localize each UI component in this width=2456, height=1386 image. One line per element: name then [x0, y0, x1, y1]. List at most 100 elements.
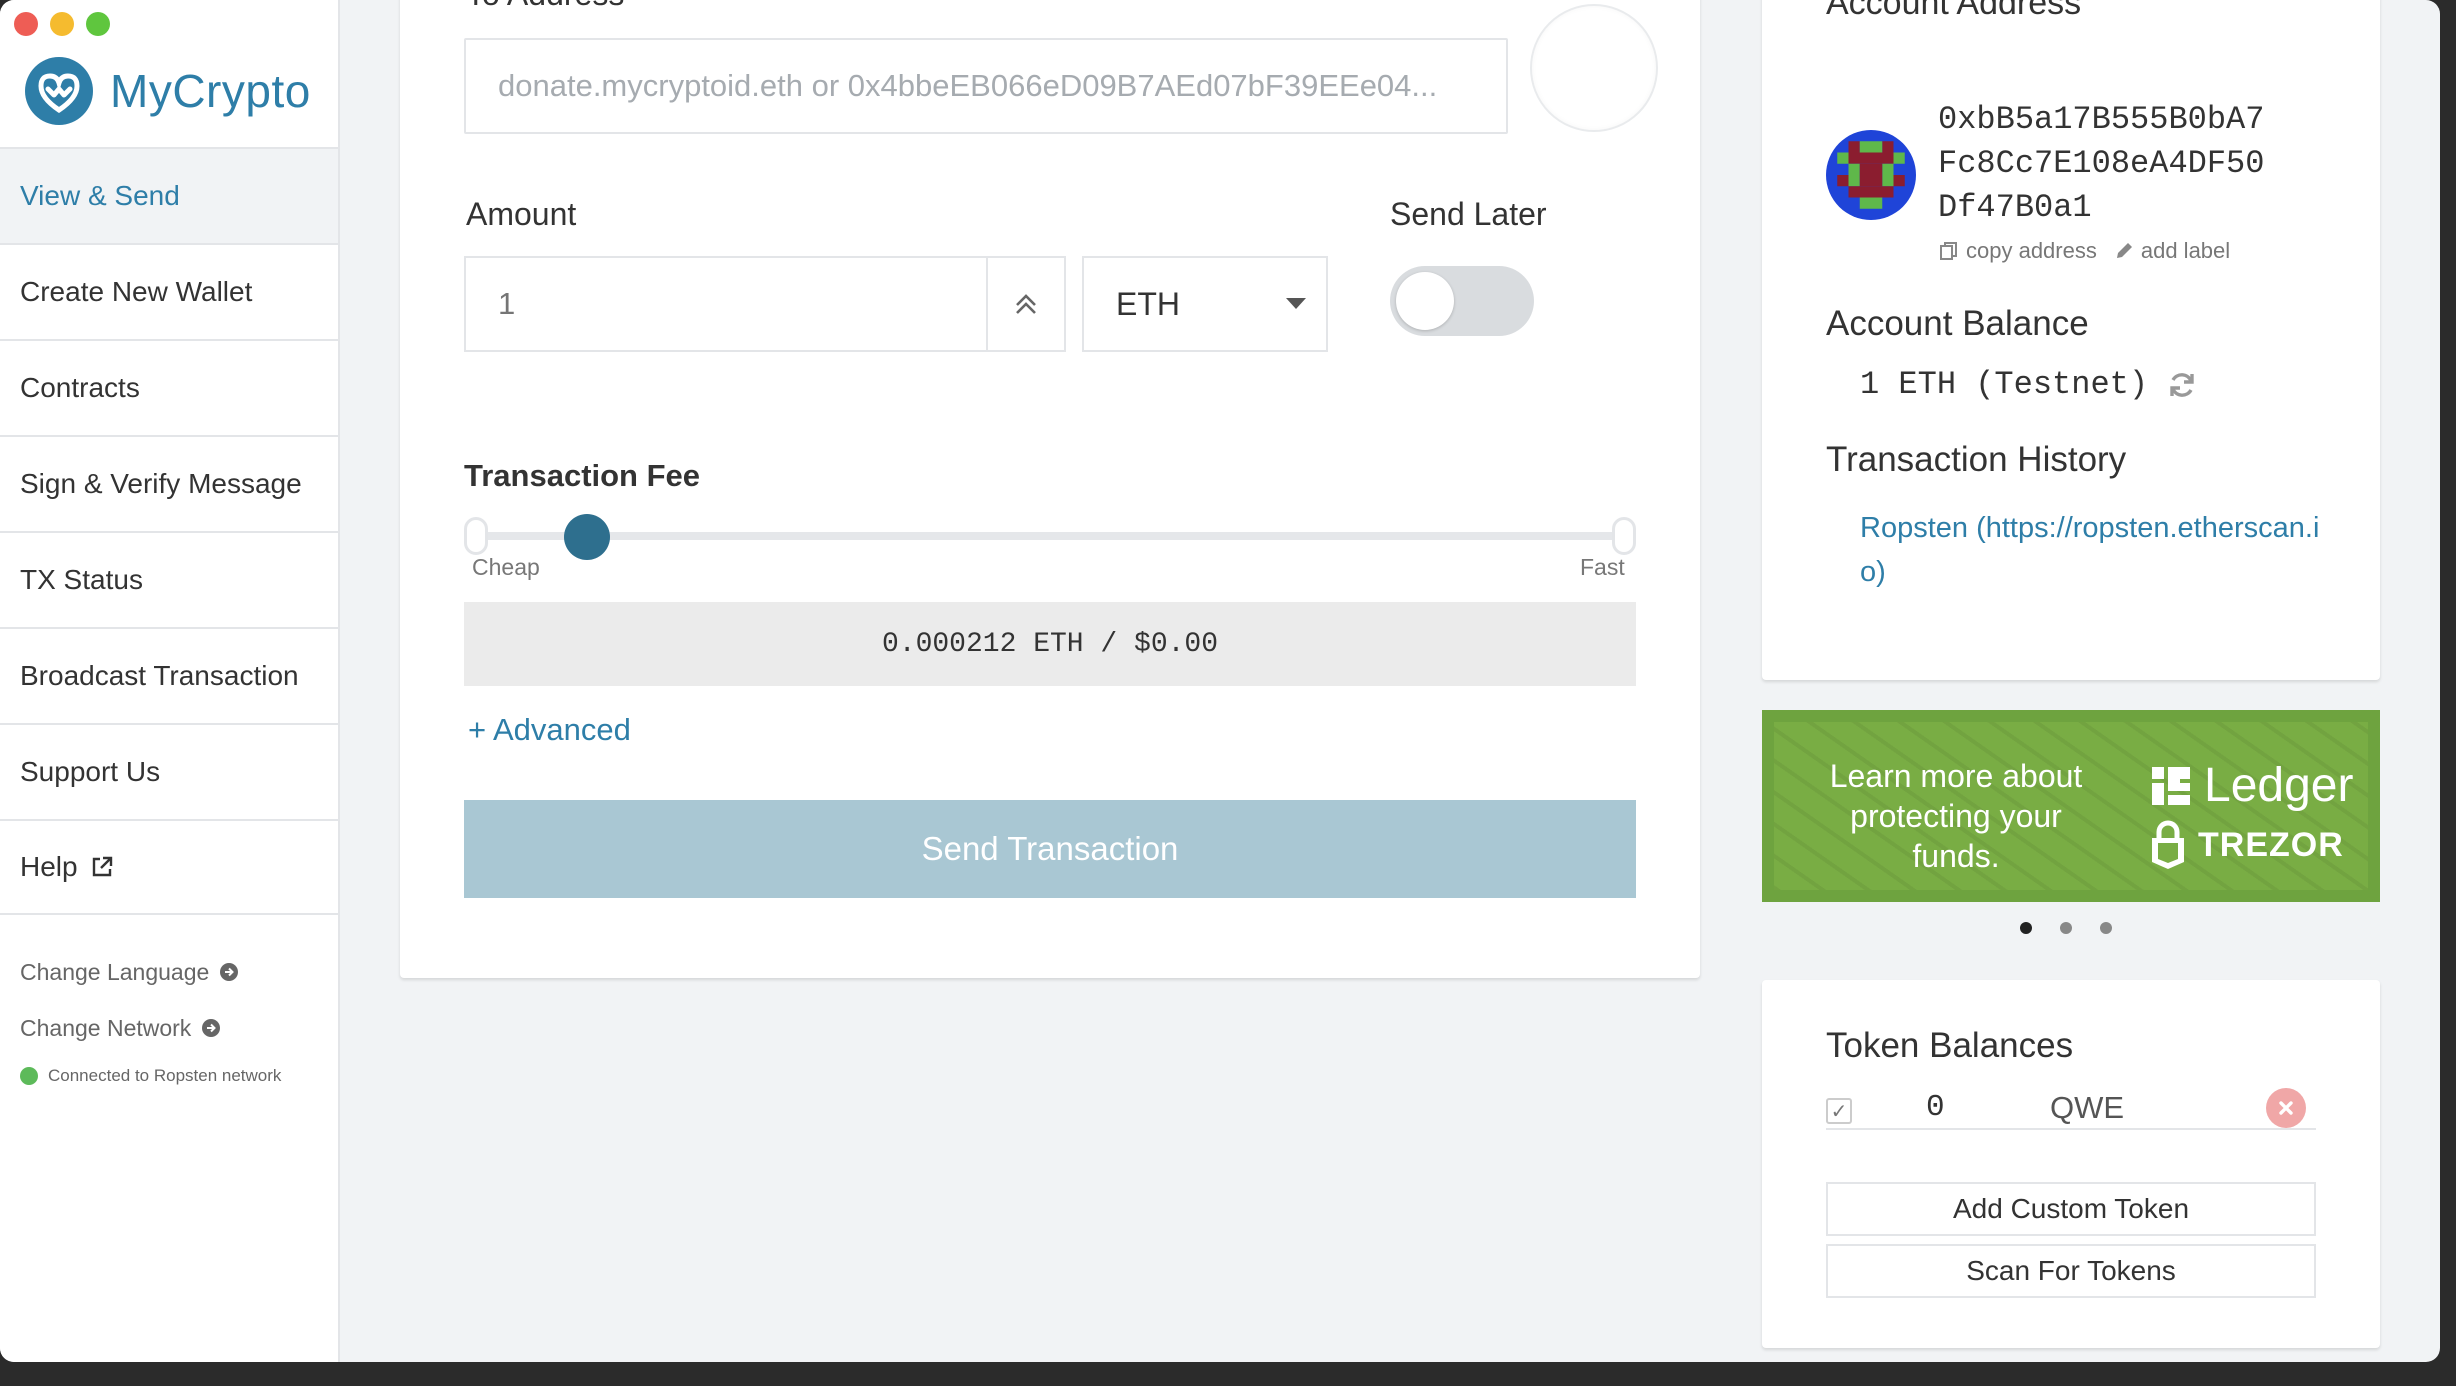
caret-down-icon	[1286, 298, 1306, 309]
ledger-icon	[2152, 766, 2190, 805]
promo-background: Learn more about protecting your funds. …	[1774, 722, 2368, 890]
fee-summary: 0.000212 ETH / $0.00	[464, 602, 1636, 686]
sidebar-item-sign-verify[interactable]: Sign & Verify Message	[0, 435, 338, 531]
app-window: MyCrypto View & Send Create New Wallet C…	[0, 0, 2440, 1362]
remove-token-button[interactable]	[2266, 1088, 2306, 1128]
copy-address-button[interactable]: copy address	[1938, 238, 2097, 264]
sidebar-item-label: Contracts	[20, 372, 140, 403]
address-actions: copy address add label	[1938, 238, 2230, 264]
transaction-fee-label: Transaction Fee	[464, 458, 701, 493]
change-language-label: Change Language	[20, 958, 210, 985]
close-icon	[2279, 1101, 2293, 1115]
sidebar-item-label: Help	[20, 851, 78, 882]
copy-icon	[1940, 242, 1957, 260]
unit-select-value: ETH	[1116, 285, 1180, 322]
sidebar-item-help[interactable]: Help	[0, 819, 338, 915]
promo-text: Learn more about protecting your funds.	[1829, 758, 2083, 874]
refresh-icon[interactable]	[2166, 369, 2198, 401]
sidebar-extras: Change Language Change Network Connected…	[20, 944, 281, 1086]
brand[interactable]: MyCrypto	[24, 56, 311, 126]
sidebar-item-create-wallet[interactable]: Create New Wallet	[0, 243, 338, 339]
sidebar-item-view-send[interactable]: View & Send	[0, 147, 338, 243]
address-line: Fc8Cc7E108eA4DF50	[1938, 145, 2265, 182]
change-network-link[interactable]: Change Network	[20, 1000, 281, 1056]
to-address-input[interactable]	[464, 38, 1508, 134]
sidebar: MyCrypto View & Send Create New Wallet C…	[0, 0, 340, 1362]
pencil-icon	[2116, 243, 2132, 258]
carousel-dot[interactable]	[2020, 922, 2032, 934]
trezor-lock-icon	[2152, 820, 2184, 869]
send-form-card: To Address Amount Send Later ETH Transac…	[400, 0, 1700, 978]
change-network-label: Change Network	[20, 1014, 192, 1041]
account-identicon	[1826, 130, 1916, 220]
carousel-dot[interactable]	[2100, 922, 2112, 934]
close-window-button[interactable]	[14, 12, 38, 36]
send-later-label: Send Later	[1390, 196, 1547, 232]
sidebar-item-support[interactable]: Support Us	[0, 723, 338, 819]
window-controls	[14, 12, 110, 36]
double-chevron-up-icon	[1016, 294, 1036, 314]
slider-end-cap	[1612, 517, 1636, 555]
arrow-circle-right-icon	[202, 1019, 221, 1037]
account-balance-value: 1 ETH (Testnet)	[1860, 366, 2149, 403]
amount-label: Amount	[466, 196, 577, 232]
transaction-fee-slider[interactable]	[464, 514, 1636, 560]
ledger-logo: Ledger	[2150, 758, 2353, 813]
send-later-toggle[interactable]	[1390, 266, 1534, 336]
to-address-label: To Address	[466, 0, 624, 13]
add-custom-token-button[interactable]: Add Custom Token	[1826, 1182, 2316, 1236]
token-balances-heading: Token Balances	[1826, 1026, 2074, 1065]
address-line: 0xbB5a17B555B0bA7	[1938, 101, 2265, 138]
token-balance: 0	[1926, 1090, 1945, 1125]
toggle-knob	[1396, 272, 1454, 330]
amount-input[interactable]	[466, 258, 986, 350]
unit-select[interactable]: ETH	[1082, 256, 1328, 352]
connection-status-dot-icon	[20, 1067, 38, 1085]
send-everything-button[interactable]	[986, 258, 1064, 350]
carousel-dot[interactable]	[2060, 922, 2072, 934]
change-language-link[interactable]: Change Language	[20, 944, 281, 1000]
account-address-heading: Account Address	[1826, 0, 2082, 22]
sidebar-item-label: Create New Wallet	[20, 276, 253, 307]
sidebar-item-label: TX Status	[20, 564, 143, 595]
connection-status-text: Connected to Ropsten network	[48, 1066, 282, 1085]
etherscan-history-link[interactable]: Ropsten (https://ropsten.etherscan.io)	[1860, 506, 2320, 594]
slider-start-cap	[464, 517, 488, 555]
sidebar-item-broadcast[interactable]: Broadcast Transaction	[0, 627, 338, 723]
account-info-card: Account Address 0xbB5a17B555B0bA7 Fc8Cc7…	[1762, 0, 2380, 680]
recipient-identicon-placeholder	[1530, 4, 1658, 132]
sidebar-item-label: View & Send	[20, 180, 180, 211]
sidebar-item-tx-status[interactable]: TX Status	[0, 531, 338, 627]
ledger-wordmark: Ledger	[2204, 759, 2354, 812]
address-line: Df47B0a1	[1938, 189, 2092, 226]
send-transaction-button[interactable]: Send Transaction	[464, 800, 1636, 898]
sidebar-item-label: Broadcast Transaction	[20, 660, 299, 691]
sidebar-item-label: Sign & Verify Message	[20, 468, 302, 499]
slider-handle[interactable]	[564, 514, 611, 560]
transaction-history-heading: Transaction History	[1826, 440, 2127, 479]
scan-for-tokens-button[interactable]: Scan For Tokens	[1826, 1244, 2316, 1298]
token-row: ✓ 0 QWE	[1826, 1088, 2316, 1130]
hardware-wallet-promo[interactable]: Learn more about protecting your funds. …	[1762, 710, 2380, 902]
add-label-text: add label	[2140, 238, 2231, 263]
mycrypto-logo-icon	[25, 57, 93, 125]
minimize-window-button[interactable]	[50, 12, 74, 36]
sidebar-item-label: Support Us	[20, 756, 161, 787]
sidebar-item-contracts[interactable]: Contracts	[0, 339, 338, 435]
trezor-wordmark: TREZOR	[2198, 825, 2344, 864]
copy-address-label: copy address	[1966, 238, 2097, 263]
account-address: 0xbB5a17B555B0bA7 Fc8Cc7E108eA4DF50 Df47…	[1938, 98, 2318, 230]
slider-track	[476, 532, 1624, 540]
sidebar-nav: View & Send Create New Wallet Contracts …	[0, 147, 338, 915]
token-symbol: QWE	[2050, 1090, 2125, 1125]
connection-status: Connected to Ropsten network	[20, 1066, 281, 1086]
trezor-logo: TREZOR	[2150, 820, 2344, 870]
advanced-toggle-link[interactable]: + Advanced	[468, 712, 631, 748]
account-balance-heading: Account Balance	[1826, 304, 2089, 343]
token-visible-checkbox[interactable]: ✓	[1826, 1098, 1852, 1124]
fee-fast-label: Fast	[1580, 554, 1625, 580]
arrow-circle-right-icon	[220, 963, 239, 981]
zoom-window-button[interactable]	[86, 12, 110, 36]
add-label-button[interactable]: add label	[2113, 238, 2230, 264]
brand-name: MyCrypto	[110, 65, 311, 117]
